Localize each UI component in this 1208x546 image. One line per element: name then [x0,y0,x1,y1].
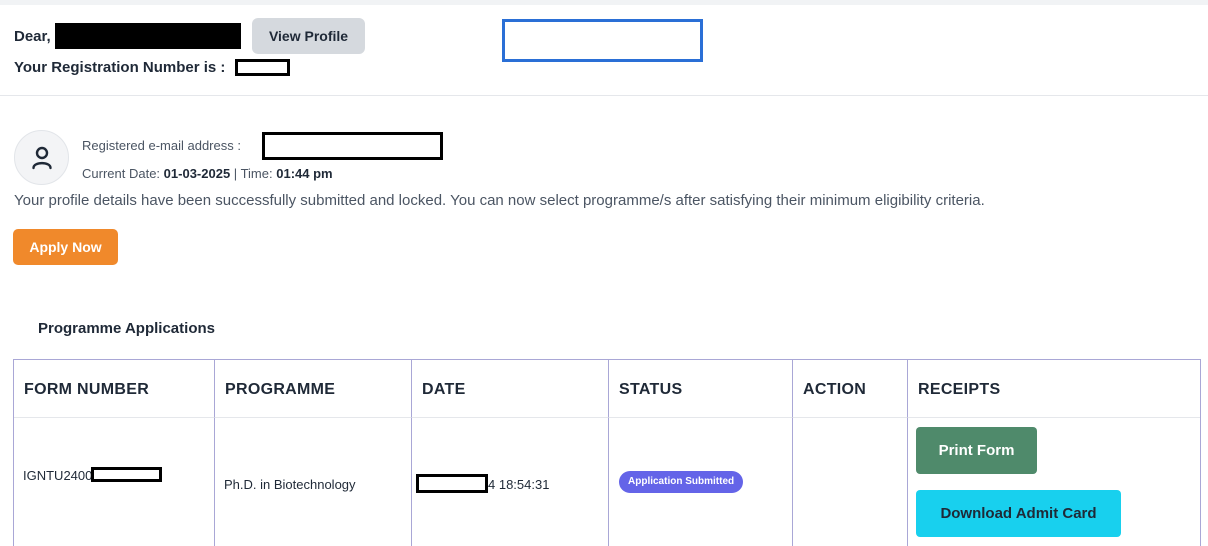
print-form-button[interactable]: Print Form [916,427,1037,474]
email-label: Registered e-mail address : [82,138,241,153]
status-badge: Application Submitted [619,471,744,493]
profile-locked-message: Your profile details have been successfu… [14,192,985,209]
current-date-time: Current Date: 01-03-2025 | Time: 01:44 p… [82,166,333,181]
page-header: Dear, View Profile Your Registration Num… [0,5,1208,96]
time-label: Time: [240,166,273,181]
current-time: 01:44 pm [276,166,333,181]
apply-now-button[interactable]: Apply Now [13,229,118,265]
registration-number-label: Your Registration Number is : [14,59,226,76]
status-cell: Application Submitted [609,418,793,546]
applications-table: FORM NUMBER PROGRAMME DATE STATUS ACTION… [13,359,1201,546]
redacted-name [55,23,241,49]
redacted-form-number [91,467,162,482]
greeting: Dear, [14,28,51,45]
section-title: Programme Applications [38,320,215,337]
date-cell: 4 18:54:31 [412,418,609,546]
blank-input-box[interactable] [502,19,703,62]
programme-name: Ph.D. in Biotechnology [224,477,356,492]
column-header-action: ACTION [793,360,908,418]
download-admit-card-button[interactable]: Download Admit Card [916,490,1121,537]
action-cell [793,418,908,546]
date-time-separator: | [233,166,238,181]
application-date: 4 18:54:31 [488,477,550,492]
form-number: IGNTU2400 [23,468,93,483]
redacted-email [262,132,443,160]
column-header-form-number: FORM NUMBER [14,360,215,418]
view-profile-button[interactable]: View Profile [252,18,365,54]
form-number-cell: IGNTU2400 [14,418,215,546]
user-icon [31,146,52,169]
redacted-date [416,474,488,493]
column-header-date: DATE [412,360,609,418]
avatar [14,130,69,185]
receipts-cell: Print Form Download Admit Card [908,418,1200,546]
current-date: 01-03-2025 [163,166,231,181]
programme-cell: Ph.D. in Biotechnology [215,418,412,546]
redacted-registration-number [235,59,290,76]
column-header-programme: PROGRAMME [215,360,412,418]
column-header-status: STATUS [609,360,793,418]
current-date-label: Current Date: [82,166,161,181]
column-header-receipts: RECEIPTS [908,360,1200,418]
